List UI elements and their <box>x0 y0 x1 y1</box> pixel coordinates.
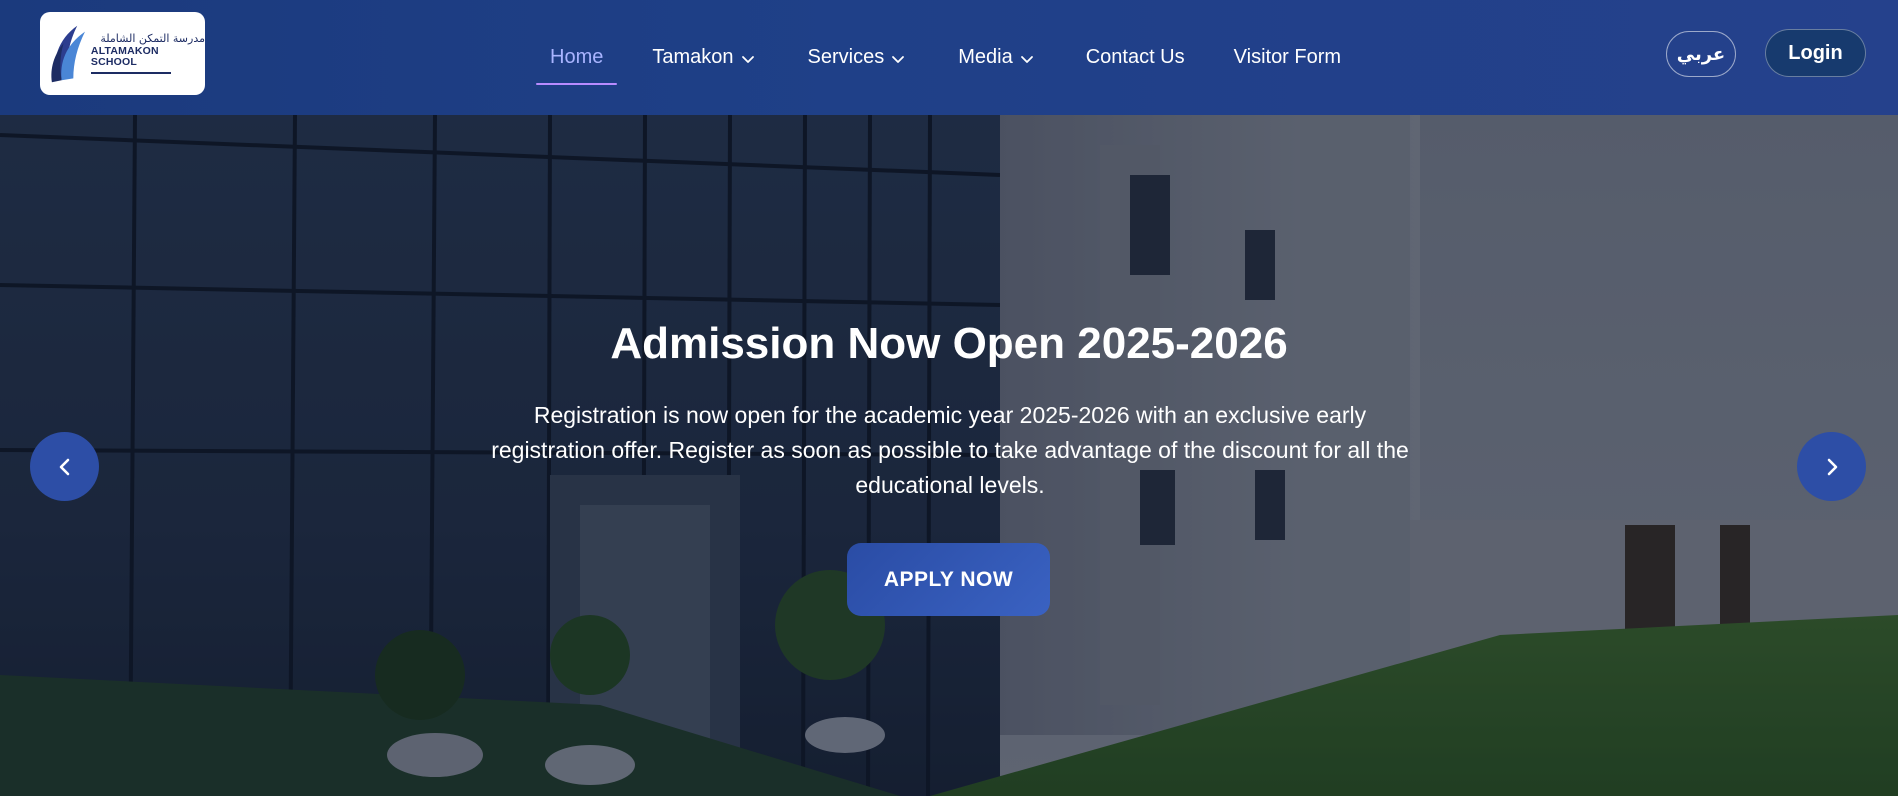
chevron-left-icon <box>59 458 69 475</box>
logo-emblem-icon <box>51 25 86 82</box>
hero-slider: Admission Now Open 2025-2026 Registratio… <box>0 115 1898 796</box>
logo-arabic-name: مدرسة التمكن الشاملة <box>100 32 205 46</box>
language-toggle-button[interactable]: عربي <box>1666 31 1736 77</box>
nav-media[interactable]: Media <box>958 46 1034 69</box>
nav-visitor-form[interactable]: Visitor Form <box>1234 46 1341 69</box>
hero-title: Admission Now Open 2025-2026 <box>610 319 1288 368</box>
nav-home[interactable]: Home <box>536 46 618 85</box>
chevron-down-icon <box>1020 55 1033 63</box>
logo-divider <box>90 71 171 74</box>
logo-text: مدرسة التمكن الشاملة ALTAMAKON SCHOOL <box>90 32 205 74</box>
active-nav-underline <box>536 83 618 85</box>
chevron-right-icon <box>1827 458 1837 475</box>
apply-now-button[interactable]: APPLY NOW <box>847 543 1050 616</box>
main-nav: Home Tamakon Services Media Contact Us V… <box>536 0 1341 115</box>
nav-home-label: Home <box>550 46 604 68</box>
nav-tamakon-label: Tamakon <box>652 46 734 68</box>
school-logo[interactable]: مدرسة التمكن الشاملة ALTAMAKON SCHOOL <box>40 12 205 95</box>
chevron-down-icon <box>741 55 754 63</box>
nav-tamakon[interactable]: Tamakon <box>652 46 755 69</box>
nav-contact-us[interactable]: Contact Us <box>1086 46 1185 69</box>
logo-english-name: ALTAMAKON SCHOOL <box>90 44 159 69</box>
login-button[interactable]: Login <box>1765 29 1866 77</box>
site-header: مدرسة التمكن الشاملة ALTAMAKON SCHOOL Ho… <box>0 0 1898 115</box>
slider-prev-button[interactable] <box>30 432 99 501</box>
nav-services-label: Services <box>807 46 885 68</box>
nav-services[interactable]: Services <box>808 46 907 69</box>
nav-media-label: Media <box>958 46 1013 68</box>
nav-contact-us-label: Contact Us <box>1085 46 1185 68</box>
chevron-down-icon <box>892 55 905 63</box>
slider-next-button[interactable] <box>1797 432 1866 501</box>
nav-visitor-form-label: Visitor Form <box>1233 46 1342 68</box>
hero-description: Registration is now open for the academi… <box>491 402 1409 498</box>
